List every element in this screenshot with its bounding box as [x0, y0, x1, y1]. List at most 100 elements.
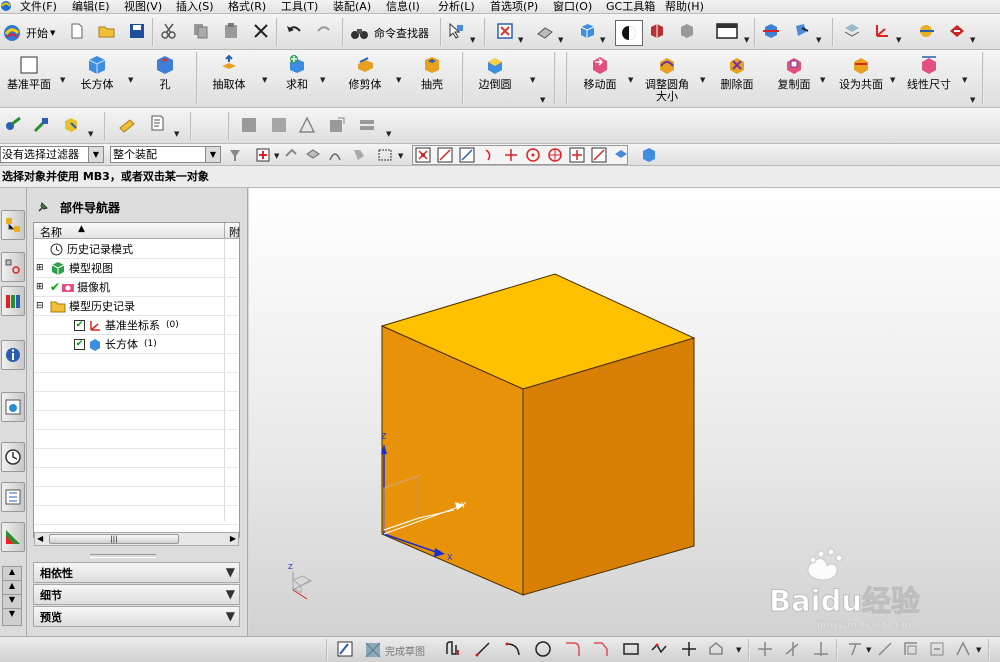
constraint-button[interactable]: [846, 640, 864, 658]
layer-button[interactable]: [843, 22, 861, 40]
profile-button[interactable]: [444, 640, 462, 658]
sketch-button[interactable]: [336, 640, 354, 658]
wireframe-button[interactable]: [678, 22, 696, 40]
analysis-button[interactable]: [918, 22, 936, 40]
clip-button[interactable]: [792, 22, 810, 40]
shell-button[interactable]: 抽壳: [414, 54, 450, 91]
constraint-navigator-tab[interactable]: [1, 252, 25, 282]
unite-button[interactable]: 求和: [276, 54, 318, 91]
utility-button-4[interactable]: [118, 116, 136, 134]
utility-button-2[interactable]: [32, 116, 50, 134]
shaded-edges-button[interactable]: [648, 22, 666, 40]
column-name-header[interactable]: 名称: [40, 224, 62, 240]
snap-on-curve-button[interactable]: [590, 146, 608, 164]
menu-assembly[interactable]: 装配(A): [333, 0, 371, 13]
scroll-down-icon-2[interactable]: ▼: [3, 609, 21, 623]
arc-button[interactable]: [504, 640, 522, 658]
line-button[interactable]: [474, 640, 492, 658]
scroll-up-icon[interactable]: ▲: [3, 567, 21, 581]
hd3d-tools-tab[interactable]: [1, 340, 25, 370]
expand-icon[interactable]: ⊞: [36, 282, 46, 292]
wcs-button[interactable]: [873, 22, 891, 40]
corner-button[interactable]: [812, 640, 830, 658]
chevron-down-icon[interactable]: ▼: [226, 609, 235, 623]
menu-analysis[interactable]: 分析(L): [438, 0, 475, 13]
finish-sketch-button[interactable]: 完成草图: [364, 640, 425, 660]
menu-view[interactable]: 视图(V): [124, 0, 162, 13]
splitter-handle[interactable]: [90, 554, 156, 558]
menu-tools[interactable]: 工具(T): [281, 0, 318, 13]
hole-button[interactable]: 孔: [150, 54, 180, 91]
dim-button[interactable]: [876, 640, 894, 658]
rectangle-button[interactable]: [622, 640, 640, 658]
display-constraints-button[interactable]: [928, 640, 946, 658]
copy-button[interactable]: [192, 22, 210, 40]
scroll-down-icon[interactable]: ▼: [3, 595, 21, 609]
snap-all-button[interactable]: [414, 146, 432, 164]
system-materials-tab[interactable]: [1, 482, 25, 512]
tree-item-block[interactable]: ✔ 长方体 (1): [34, 335, 238, 354]
new-file-button[interactable]: [68, 22, 86, 40]
snap-extra-button[interactable]: [640, 146, 658, 164]
extend-button[interactable]: [784, 640, 802, 658]
snap-on-face-button[interactable]: [612, 146, 630, 164]
circle-button[interactable]: [534, 640, 552, 658]
geometric-constraint-button[interactable]: [902, 640, 920, 658]
tree-item-cameras[interactable]: ⊞ ✔ 摄像机: [34, 278, 238, 297]
block-solid[interactable]: [380, 273, 696, 596]
datum-plane-button[interactable]: 基准平面: [6, 54, 52, 91]
expand-icon[interactable]: ⊞: [36, 263, 46, 273]
collapse-icon[interactable]: ⊟: [36, 301, 46, 311]
snap-endpoint-button[interactable]: [436, 146, 454, 164]
block-button[interactable]: 长方体: [74, 54, 120, 91]
column-extra-header[interactable]: 附: [229, 224, 240, 240]
web-browser-tab[interactable]: [1, 392, 25, 422]
utility-button-3[interactable]: [62, 116, 80, 134]
preview-panel[interactable]: 预览 ▼: [33, 606, 240, 627]
type-filter-select[interactable]: 没有选择过滤器 ▼: [0, 146, 104, 163]
menu-preferences[interactable]: 首选项(P): [490, 0, 538, 13]
menu-window[interactable]: 窗口(O): [553, 0, 592, 13]
sel-button-a[interactable]: [282, 146, 300, 164]
snap-control-button[interactable]: [480, 146, 498, 164]
scroll-up-icon-2[interactable]: ▲: [3, 581, 21, 595]
dependencies-panel[interactable]: 相依性 ▼: [33, 562, 240, 583]
visibility-checkbox[interactable]: ✔: [74, 319, 85, 331]
sel-button-b[interactable]: [304, 146, 322, 164]
point-button[interactable]: [680, 640, 698, 658]
snap-midpoint-button[interactable]: [458, 146, 476, 164]
chamfer-button[interactable]: [592, 640, 610, 658]
trim-button[interactable]: [756, 640, 774, 658]
scroll-thumb[interactable]: |||: [49, 534, 179, 544]
copy-face-button[interactable]: 复制面: [772, 54, 816, 91]
view-orient-button[interactable]: [536, 22, 554, 40]
snap-existing-button[interactable]: [568, 146, 586, 164]
chevron-down-icon[interactable]: ▼: [226, 565, 235, 579]
snap-quadrant-button[interactable]: [546, 146, 564, 164]
make-coplanar-button[interactable]: 设为共面: [836, 54, 886, 91]
menu-file[interactable]: 文件(F): [20, 0, 57, 13]
polygon-button[interactable]: [650, 640, 668, 658]
scroll-left-icon[interactable]: ◀: [37, 534, 43, 543]
open-button[interactable]: [98, 22, 116, 40]
graphics-window[interactable]: Z Y X Z Baidu经验 jingyan.baidu.com: [249, 188, 1000, 636]
rect-select-button[interactable]: [376, 146, 394, 164]
paste-button[interactable]: [222, 22, 240, 40]
extract-body-button[interactable]: 抽取体: [206, 54, 252, 91]
tree-item-datum-csys[interactable]: ✔ 基准坐标系 (0): [34, 316, 238, 335]
start-button[interactable]: 开始 ▼: [2, 22, 55, 44]
auto-constrain-button[interactable]: [954, 640, 972, 658]
visibility-checkbox[interactable]: ✔: [74, 338, 85, 350]
sel-button-d[interactable]: [350, 146, 368, 164]
filter-button[interactable]: [226, 146, 244, 164]
menu-edit[interactable]: 编辑(E): [72, 0, 110, 13]
details-panel[interactable]: 细节 ▼: [33, 584, 240, 605]
orientation-cube-button[interactable]: [578, 22, 596, 40]
cut-button[interactable]: [160, 22, 178, 40]
sel-button-c[interactable]: [326, 146, 344, 164]
selection-scope-select[interactable]: 整个装配 ▼: [110, 146, 221, 163]
tree-item-model-views[interactable]: ⊞ 模型视图: [34, 259, 238, 278]
linear-dimension-button[interactable]: 线性尺寸: [904, 54, 954, 91]
snap-intersection-button[interactable]: [502, 146, 520, 164]
select-mode-button[interactable]: [447, 22, 465, 40]
